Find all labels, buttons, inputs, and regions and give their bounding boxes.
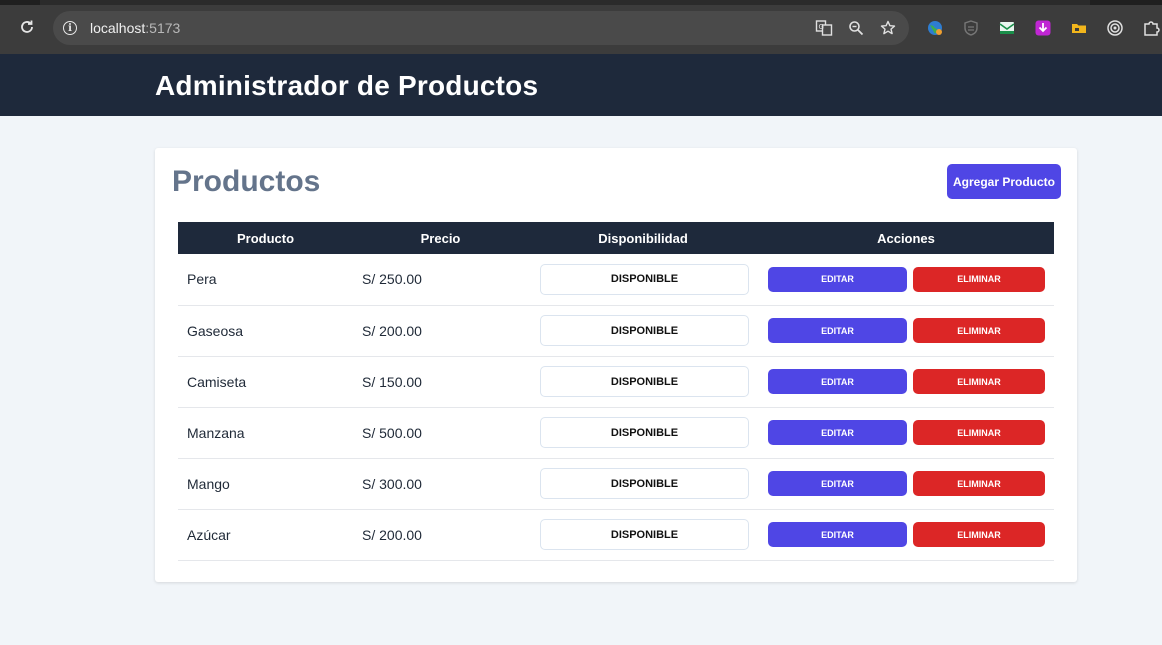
actions-cell: EDITAR ELIMINAR [758, 356, 1054, 407]
products-table: Producto Precio Disponibilidad Acciones … [178, 222, 1054, 561]
products-card: Productos Agregar Producto Producto Prec… [155, 148, 1077, 582]
edit-button[interactable]: EDITAR [768, 471, 907, 496]
availability-cell: DISPONIBLE [528, 407, 758, 458]
reload-icon[interactable] [16, 16, 38, 38]
table-row: Manzana S/ 500.00 DISPONIBLE EDITAR ELIMI… [178, 407, 1054, 458]
delete-button[interactable]: ELIMINAR [913, 471, 1045, 496]
globe-extension-icon[interactable] [924, 17, 946, 39]
column-header-availability: Disponibilidad [598, 230, 688, 246]
availability-toggle-button[interactable]: DISPONIBLE [540, 519, 749, 550]
app-header: Administrador de Productos [0, 54, 1162, 116]
product-price: S/ 200.00 [362, 526, 422, 543]
product-name: Azúcar [187, 526, 231, 543]
translate-icon[interactable]: G [815, 19, 833, 37]
delete-button[interactable]: ELIMINAR [913, 266, 1045, 292]
table-row: Mango S/ 300.00 DISPONIBLE EDITAR ELIMINA… [178, 458, 1054, 509]
browser-toolbar: i localhost:5173 G [0, 0, 1162, 54]
edit-button[interactable]: EDITAR [768, 522, 907, 547]
target-extension-icon[interactable] [1104, 17, 1126, 39]
availability-toggle-button[interactable]: DISPONIBLE [540, 417, 749, 448]
info-icon[interactable]: i [63, 21, 77, 35]
actions-cell: EDITAR ELIMINAR [758, 509, 1054, 560]
shield-extension-icon[interactable] [960, 17, 982, 39]
download-extension-icon[interactable] [1032, 17, 1054, 39]
url-host: localhost [90, 20, 146, 36]
actions-cell: EDITAR ELIMINAR [758, 458, 1054, 509]
url-port: :5173 [145, 20, 181, 36]
table-body: Pera S/ 250.00 DISPONIBLE EDITAR ELIMINAR… [178, 254, 1054, 560]
table-header: Producto Precio Disponibilidad Acciones [178, 222, 1054, 254]
svg-text:G: G [819, 23, 824, 31]
availability-toggle-button[interactable]: DISPONIBLE [540, 263, 749, 295]
edit-button[interactable]: EDITAR [768, 369, 907, 394]
folder-extension-icon[interactable] [1068, 17, 1090, 39]
product-price: S/ 250.00 [362, 271, 422, 288]
availability-toggle-button[interactable]: DISPONIBLE [540, 468, 749, 499]
product-name: Manzana [187, 424, 245, 441]
availability-cell: DISPONIBLE [528, 254, 758, 305]
table-row: Camiseta S/ 150.00 DISPONIBLE EDITAR ELIM… [178, 356, 1054, 407]
actions-cell: EDITAR ELIMINAR [758, 407, 1054, 458]
edit-button[interactable]: EDITAR [768, 318, 907, 343]
page-title: Productos [172, 165, 321, 198]
edit-button[interactable]: EDITAR [768, 266, 907, 292]
product-name: Pera [187, 271, 217, 288]
mail-extension-icon[interactable] [996, 17, 1018, 39]
address-bar[interactable]: i localhost:5173 G [53, 11, 909, 45]
edit-button[interactable]: EDITAR [768, 420, 907, 445]
availability-cell: DISPONIBLE [528, 458, 758, 509]
product-price: S/ 150.00 [362, 373, 422, 390]
product-price: S/ 500.00 [362, 424, 422, 441]
product-price: S/ 200.00 [362, 322, 422, 339]
product-name: Mango [187, 475, 230, 492]
delete-button[interactable]: ELIMINAR [913, 522, 1045, 547]
product-name: Gaseosa [187, 322, 244, 339]
delete-button[interactable]: ELIMINAR [913, 318, 1045, 343]
puzzle-extension-icon[interactable] [1140, 17, 1162, 39]
star-icon[interactable] [879, 19, 897, 37]
product-name: Camiseta [187, 373, 247, 390]
delete-button[interactable]: ELIMINAR [913, 420, 1045, 445]
actions-cell: EDITAR ELIMINAR [758, 305, 1054, 356]
actions-cell: EDITAR ELIMINAR [758, 254, 1054, 305]
column-header-actions: Acciones [877, 230, 935, 246]
url-text[interactable]: localhost:5173 [90, 20, 180, 36]
availability-toggle-button[interactable]: DISPONIBLE [540, 366, 749, 397]
availability-cell: DISPONIBLE [528, 305, 758, 356]
availability-toggle-button[interactable]: DISPONIBLE [540, 315, 749, 346]
delete-button[interactable]: ELIMINAR [913, 369, 1045, 394]
product-price: S/ 300.00 [362, 475, 422, 492]
availability-cell: DISPONIBLE [528, 509, 758, 560]
tab-strip [0, 0, 1162, 5]
zoom-icon[interactable] [847, 19, 865, 37]
availability-cell: DISPONIBLE [528, 356, 758, 407]
add-product-button[interactable]: Agregar Producto [947, 164, 1061, 199]
table-row: Pera S/ 250.00 DISPONIBLE EDITAR ELIMINAR [178, 254, 1054, 305]
column-header-price: Precio [420, 230, 461, 246]
table-row: Azúcar S/ 200.00 DISPONIBLE EDITAR ELIMIN… [178, 509, 1054, 560]
app-title: Administrador de Productos [155, 70, 539, 101]
column-header-product: Producto [236, 230, 295, 246]
table-row: Gaseosa S/ 200.00 DISPONIBLE EDITAR ELIMI… [178, 305, 1054, 356]
